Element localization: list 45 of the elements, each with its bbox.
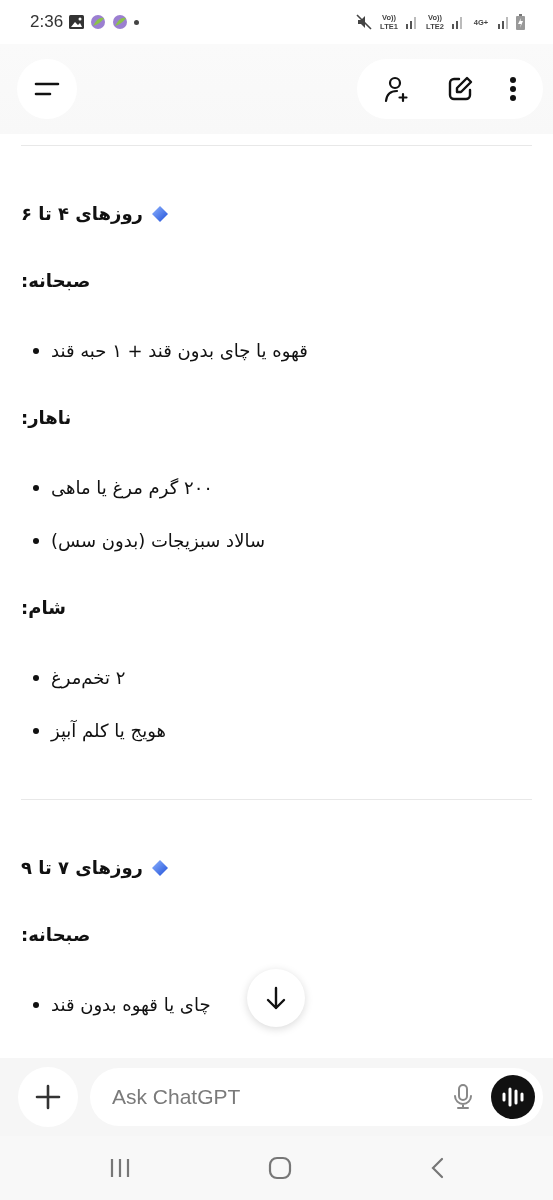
status-time: 2:36: [30, 12, 64, 32]
menu-icon: [34, 81, 60, 97]
list-item: چای یا قهوه بدون قند: [51, 994, 211, 1015]
list-item: هویج یا کلم آبپز: [51, 720, 166, 741]
home-icon[interactable]: [268, 1156, 293, 1180]
bullet-icon: [33, 484, 39, 491]
signal-icon: [406, 15, 418, 29]
back-icon[interactable]: [430, 1157, 445, 1179]
scroll-down-button[interactable]: [247, 969, 305, 1027]
dot-icon: [134, 19, 140, 25]
bullet-icon: [33, 1001, 39, 1008]
meal-label: ناهار:: [21, 407, 72, 428]
recent-apps-icon[interactable]: [108, 1158, 131, 1178]
meal-label: صبحانه:: [21, 924, 91, 945]
edit-icon: [446, 75, 474, 103]
message-input[interactable]: Ask ChatGPT: [110, 1084, 435, 1110]
list-item: سالاد سبزیجات (بدون سس): [51, 530, 265, 551]
bullet-icon: [33, 537, 39, 544]
app-icon: [112, 14, 129, 30]
bullet-icon: [33, 727, 39, 734]
meal-label: شام:: [21, 597, 66, 618]
bullet-icon: [33, 347, 39, 354]
waveform-icon: [501, 1086, 525, 1108]
voice-button[interactable]: [491, 1075, 535, 1119]
app-icon: [90, 14, 107, 30]
plus-icon: [35, 1084, 61, 1110]
diamond-icon: [151, 858, 169, 877]
image-icon: [69, 15, 85, 29]
signal-icon: [452, 15, 464, 29]
more-icon: [509, 76, 518, 102]
meal-label: صبحانه:: [21, 270, 91, 291]
add-person-icon: [382, 75, 411, 103]
bullet-icon: [33, 674, 39, 681]
list-item: ۲۰۰ گرم مرغ یا ماهی: [51, 477, 213, 498]
list-item: قهوه یا چای بدون قند + ۱ حبه قند: [51, 340, 308, 361]
mute-icon: [356, 14, 372, 30]
arrow-down-icon: [265, 986, 287, 1010]
section-heading: روزهای ۴ تا ۶: [21, 203, 143, 224]
list-item: ۲ تخم‌مرغ: [51, 667, 126, 688]
microphone-icon[interactable]: [453, 1084, 473, 1110]
diamond-icon: [151, 204, 169, 223]
section-heading: روزهای ۷ تا ۹: [21, 857, 143, 878]
signal-icon: [498, 15, 510, 29]
message-field[interactable]: Ask ChatGPT: [90, 1068, 543, 1126]
battery-icon: [516, 14, 525, 30]
